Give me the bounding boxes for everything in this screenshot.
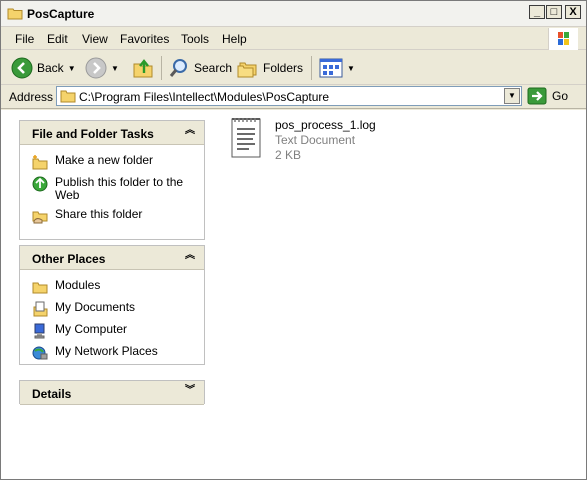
- back-arrow-icon: [11, 57, 33, 79]
- file-folder-tasks-panel: File and Folder Tasks ︽ Make a new folde…: [19, 120, 205, 240]
- folder-icon: [60, 90, 76, 103]
- file-name: pos_process_1.log: [275, 118, 376, 132]
- file-size: 2 KB: [275, 148, 302, 162]
- folder-icon: [32, 282, 48, 294]
- share-folder-link[interactable]: Share this folder: [20, 205, 204, 227]
- forward-dropdown-icon[interactable]: ▼: [111, 64, 119, 73]
- address-dropdown-button[interactable]: ▼: [504, 88, 520, 104]
- collapse-chevron-icon[interactable]: ︽: [184, 251, 196, 263]
- windows-flag-icon: [558, 32, 569, 45]
- details-panel: Details ︾: [19, 380, 205, 405]
- my-network-places-link[interactable]: My Network Places: [20, 342, 204, 364]
- go-arrow-icon: [527, 87, 547, 105]
- network-icon: [32, 346, 48, 360]
- new-folder-icon: [32, 155, 48, 170]
- publish-folder-web-link[interactable]: Publish this folder to the Web: [20, 173, 204, 205]
- search-icon: [169, 59, 187, 77]
- panel-header[interactable]: Other Places ︽: [20, 246, 204, 270]
- other-places-panel: Other Places ︽ Modules My Documents My C…: [19, 245, 205, 365]
- address-bar: Address C:\Program Files\Intellect\Modul…: [1, 85, 586, 109]
- file-item[interactable]: pos_process_1.log Text Document 2 KB: [229, 115, 376, 162]
- modules-link[interactable]: Modules: [20, 276, 204, 298]
- folder-icon: [7, 8, 23, 20]
- text-document-icon: [231, 118, 261, 158]
- make-new-folder-link[interactable]: Make a new folder: [20, 151, 204, 173]
- views-icon: [319, 58, 343, 78]
- window-title: PosCapture: [27, 7, 95, 21]
- address-label: Address: [9, 90, 54, 104]
- search-button[interactable]: Search: [168, 54, 232, 82]
- panel-title: File and Folder Tasks: [32, 127, 154, 141]
- address-input[interactable]: C:\Program Files\Intellect\Modules\PosCa…: [56, 86, 522, 106]
- back-dropdown-icon[interactable]: ▼: [68, 64, 76, 73]
- menu-edit[interactable]: Edit: [47, 32, 68, 46]
- up-folder-button[interactable]: [132, 54, 154, 82]
- globe-publish-icon: [32, 176, 48, 192]
- toolbar-separator: [161, 56, 162, 80]
- menu-bar: File Edit View Favorites Tools Help: [1, 27, 586, 50]
- close-button[interactable]: X: [565, 5, 581, 19]
- explorer-window: PosCapture _ □ X File Edit View Favorite…: [0, 0, 587, 480]
- toolbar: Back ▼ ▼ Search Folders ▼: [1, 51, 586, 85]
- forward-button[interactable]: ▼: [85, 54, 119, 82]
- documents-icon: [33, 301, 48, 317]
- maximize-button[interactable]: □: [546, 5, 562, 19]
- windows-logo: [548, 28, 578, 50]
- toolbar-separator: [311, 56, 312, 80]
- title-bar[interactable]: PosCapture _ □ X: [1, 1, 586, 27]
- my-computer-link[interactable]: My Computer: [20, 320, 204, 342]
- menu-tools[interactable]: Tools: [181, 32, 209, 46]
- panel-title: Other Places: [32, 252, 106, 266]
- menu-file[interactable]: File: [15, 32, 34, 46]
- folders-icon: [237, 62, 257, 78]
- menu-help[interactable]: Help: [222, 32, 247, 46]
- views-button[interactable]: ▼: [319, 54, 355, 82]
- menu-favorites[interactable]: Favorites: [120, 32, 169, 46]
- file-type: Text Document: [275, 133, 356, 147]
- panel-header[interactable]: File and Folder Tasks ︽: [20, 121, 204, 145]
- menu-view[interactable]: View: [82, 32, 108, 46]
- my-documents-link[interactable]: My Documents: [20, 298, 204, 320]
- forward-arrow-icon: [85, 57, 107, 79]
- minimize-button[interactable]: _: [529, 5, 545, 19]
- up-folder-icon: [133, 59, 153, 78]
- back-button[interactable]: Back ▼: [11, 54, 76, 82]
- expand-chevron-icon[interactable]: ︾: [184, 386, 196, 398]
- folders-button[interactable]: Folders: [237, 54, 303, 82]
- address-value: C:\Program Files\Intellect\Modules\PosCa…: [79, 90, 330, 104]
- content-area: File and Folder Tasks ︽ Make a new folde…: [1, 110, 586, 479]
- go-button[interactable]: Go: [527, 87, 568, 105]
- views-dropdown-icon[interactable]: ▼: [347, 64, 355, 73]
- share-folder-icon: [32, 211, 48, 224]
- collapse-chevron-icon[interactable]: ︽: [184, 126, 196, 138]
- panel-title: Details: [32, 387, 72, 401]
- computer-icon: [34, 323, 45, 339]
- panel-header[interactable]: Details ︾: [20, 381, 204, 405]
